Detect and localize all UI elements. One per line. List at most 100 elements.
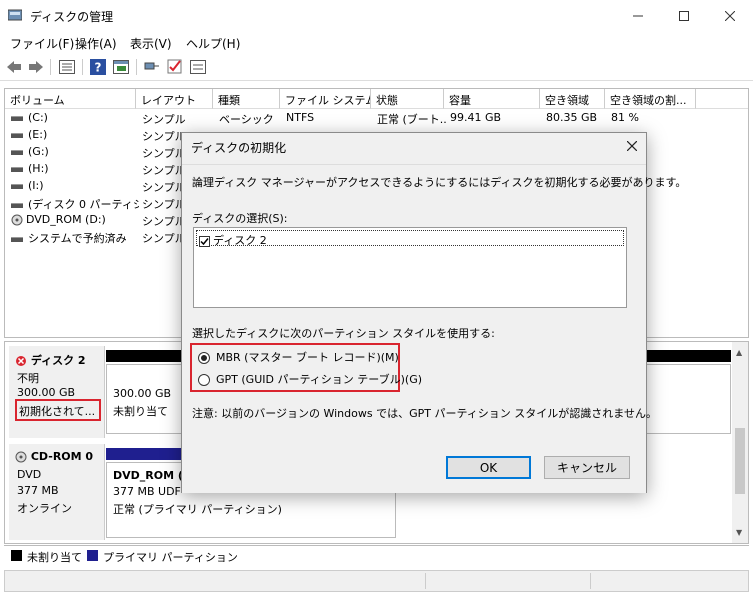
connect-button[interactable] <box>143 58 161 76</box>
volume-free-percent: 81 % <box>611 111 639 124</box>
checkmark-icon <box>200 237 209 245</box>
check-icon <box>167 59 182 74</box>
vertical-scrollbar[interactable]: ▲ ▼ <box>732 342 748 543</box>
menu-view[interactable]: 表示(V) <box>130 35 172 52</box>
disk-select-list[interactable]: ディスク 2 <box>193 227 627 308</box>
checkbox-button[interactable] <box>166 58 184 76</box>
toolbar: ? <box>0 53 753 81</box>
list-view-icon <box>59 60 75 74</box>
volume-icon <box>11 183 23 189</box>
volume-layout: シンプル <box>142 198 186 211</box>
volume-name: システムで予約済み <box>28 232 127 245</box>
gpt-note: 注意: 以前のバージョンの Windows では、GPT パーティション スタイ… <box>192 407 657 420</box>
partition-name: DVD_ROM ( <box>113 469 183 482</box>
column-header-free[interactable]: 空き領域 <box>540 89 605 109</box>
settings-list-button[interactable] <box>189 58 207 76</box>
close-button[interactable] <box>707 0 753 31</box>
disk-kind: 不明 <box>17 372 39 385</box>
column-header-free-percent[interactable]: 空き領域の割... <box>605 89 696 109</box>
scrollbar-thumb[interactable] <box>735 428 745 494</box>
disk-item-label: ディスク 2 <box>213 234 267 247</box>
mbr-radio-option[interactable]: MBR (マスター ブート レコード)(M) <box>198 349 399 365</box>
volume-icon <box>11 236 23 242</box>
cancel-button[interactable]: キャンセル <box>544 456 630 479</box>
volume-icon <box>11 166 23 172</box>
disk-kind: DVD <box>17 468 42 481</box>
disk-name: ディスク 2 <box>30 354 86 367</box>
pane-icon <box>113 60 129 74</box>
help-icon: ? <box>90 59 106 75</box>
close-icon <box>725 10 735 21</box>
volume-icon <box>11 149 23 155</box>
volume-name: (ディスク 0 パーティシ... <box>28 198 139 211</box>
dialog-title: ディスクの初期化 <box>191 141 287 155</box>
menu-file[interactable]: ファイル(F) <box>10 35 74 52</box>
disk-error-icon <box>16 356 26 366</box>
maximize-button[interactable] <box>661 0 707 31</box>
partition-status: 正常 (プライマリ パーティション) <box>113 503 282 516</box>
column-header-filesystem[interactable]: ファイル システム <box>280 89 371 109</box>
volume-name: (C:) <box>28 111 48 124</box>
cdrom-0-label[interactable]: CD-ROM 0 DVD 377 MB オンライン <box>9 444 105 540</box>
disk-checkbox[interactable] <box>199 235 210 247</box>
mbr-radio[interactable] <box>198 352 210 364</box>
volume-layout: シンプル <box>142 164 186 177</box>
connect-icon <box>144 62 159 70</box>
volume-name: (E:) <box>28 128 48 141</box>
partition-size: 377 MB UDF <box>113 485 181 498</box>
cd-icon <box>15 451 27 463</box>
dialog-intro: 論理ディスク マネージャーがアクセスできるようにするにはディスクを初期化する必要… <box>192 176 687 189</box>
gpt-radio[interactable] <box>198 374 210 386</box>
gpt-radio-option[interactable]: GPT (GUID パーティション テーブル)(G) <box>198 371 422 387</box>
scroll-down-icon[interactable]: ▼ <box>736 528 742 537</box>
volume-layout: シンプル <box>142 181 186 194</box>
disk-state: 初期化されて... <box>15 399 101 421</box>
initialize-disk-dialog: ディスクの初期化 論理ディスク マネージャーがアクセスできるようにするにはディス… <box>181 132 687 493</box>
list-item[interactable]: ディスク 2 <box>196 230 624 247</box>
status-divider <box>590 573 591 589</box>
disk-state: オンライン <box>17 502 72 515</box>
primary-swatch <box>87 550 98 561</box>
disk-2-label[interactable]: ディスク 2 不明 300.00 GB 初期化されて... <box>9 346 105 438</box>
menu-bar: ファイル(F) 操作(A) 表示(V) ヘルプ(H) <box>0 31 753 53</box>
volume-icon <box>11 132 23 138</box>
volume-icon <box>11 202 23 208</box>
forward-button[interactable] <box>27 58 45 76</box>
menu-action[interactable]: 操作(A) <box>75 35 117 52</box>
partition-size: 300.00 GB <box>113 387 172 400</box>
partition-style-label: 選択したディスクに次のパーティション スタイルを使用する: <box>192 327 495 340</box>
unallocated-swatch <box>11 550 22 561</box>
volume-layout: シンプル <box>142 215 186 228</box>
svg-text:?: ? <box>95 61 102 75</box>
column-header-status[interactable]: 状態 <box>371 89 444 109</box>
ok-button[interactable]: OK <box>446 456 531 479</box>
column-header-capacity[interactable]: 容量 <box>444 89 540 109</box>
back-button[interactable] <box>5 58 23 76</box>
column-header-empty <box>696 89 748 109</box>
minimize-button[interactable] <box>615 0 661 31</box>
dialog-body: 論理ディスク マネージャーがアクセスできるようにするにはディスクを初期化する必要… <box>182 164 687 493</box>
volume-layout: シンプル <box>142 130 186 143</box>
show-hide-pane-button[interactable] <box>112 58 130 76</box>
disk-size: 300.00 GB <box>17 386 76 399</box>
column-header-type[interactable]: 種類 <box>213 89 280 109</box>
disk-name: CD-ROM 0 <box>30 450 94 463</box>
scroll-up-icon[interactable]: ▲ <box>736 348 742 357</box>
gpt-label: GPT (GUID パーティション テーブル)(G) <box>216 373 423 386</box>
toolbar-separator <box>82 59 83 75</box>
volume-name: (H:) <box>28 162 49 175</box>
column-header-volume[interactable]: ボリューム <box>5 89 136 109</box>
menu-help[interactable]: ヘルプ(H) <box>186 35 240 52</box>
volume-name: DVD_ROM (D:) <box>26 213 106 226</box>
help-button[interactable]: ? <box>89 58 107 76</box>
dvd-icon <box>11 214 23 226</box>
column-header-layout[interactable]: レイアウト <box>136 89 213 109</box>
mbr-label: MBR (マスター ブート レコード)(M) <box>216 351 399 364</box>
volume-layout: シンプル <box>142 113 186 126</box>
legend: 未割り当て プライマリ パーティション <box>4 545 749 565</box>
settings-list-icon <box>190 60 206 74</box>
dialog-close-button[interactable] <box>622 136 642 156</box>
legend-primary: プライマリ パーティション <box>103 551 238 564</box>
toolbar-separator <box>50 59 51 75</box>
properties-button[interactable] <box>58 58 76 76</box>
